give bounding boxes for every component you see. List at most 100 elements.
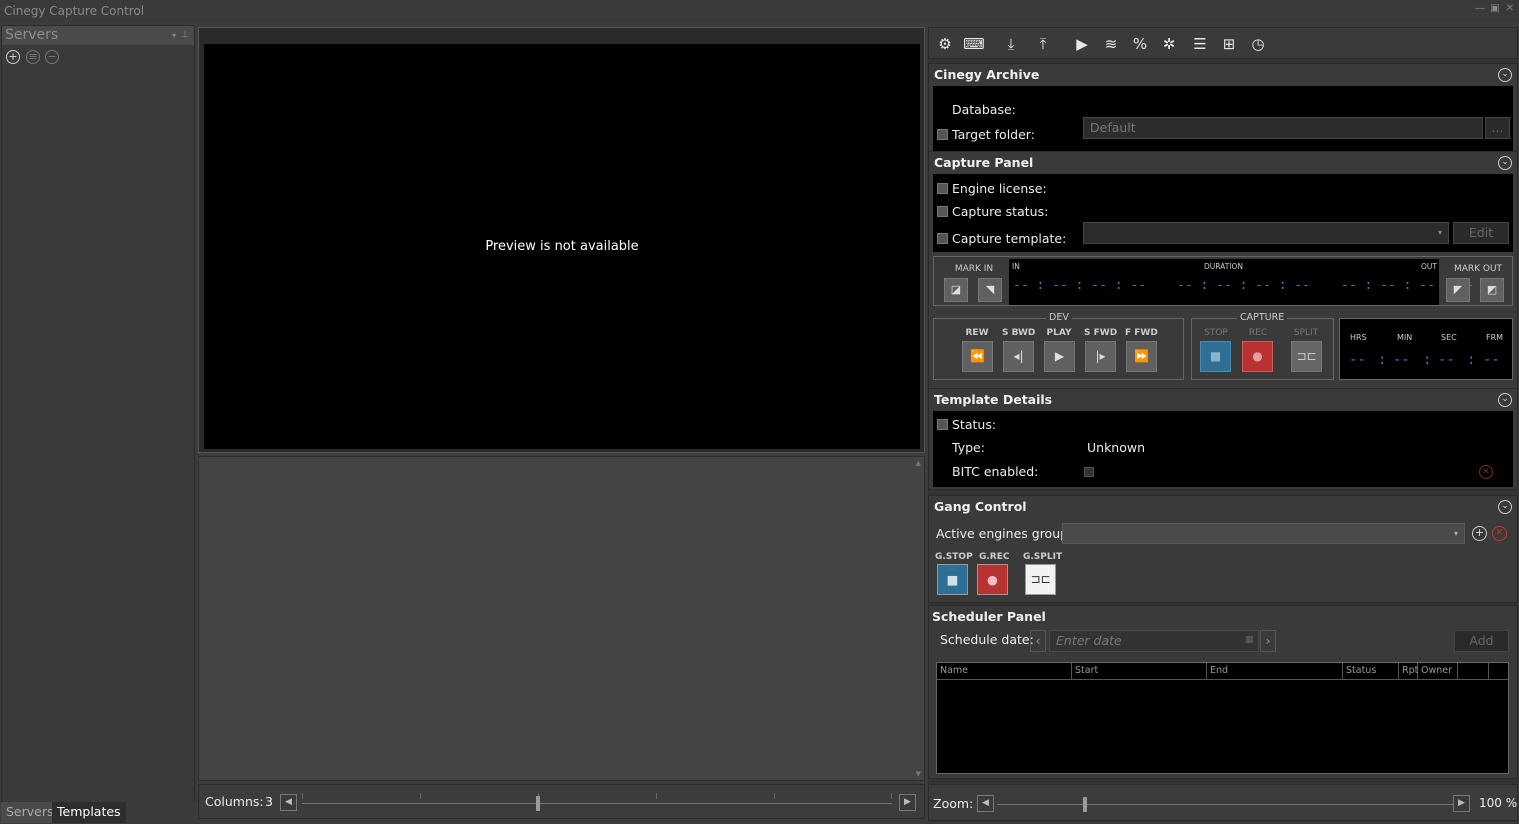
dropdown-icon[interactable]: ▾ (172, 26, 176, 45)
scheduler-title: Scheduler Panel (932, 609, 1046, 624)
tab-templates[interactable]: Templates (52, 802, 126, 823)
gang-split-button[interactable]: ⊐⊏ (1025, 564, 1056, 595)
zoom-increase-icon[interactable]: ▶ (1453, 795, 1470, 812)
bitc-checkbox[interactable] (1084, 467, 1094, 477)
step-back-button[interactable]: ◂| (1003, 341, 1034, 372)
gears-icon[interactable]: ✲ (1158, 34, 1180, 54)
minimize-icon[interactable]: — (1474, 3, 1486, 17)
add-server-icon[interactable]: + (6, 50, 20, 64)
gang-collapse-icon[interactable]: ⌄ (1498, 500, 1512, 514)
gang-rec-button[interactable]: ● (977, 564, 1008, 595)
grid-icon[interactable]: ⊞ (1218, 34, 1240, 54)
col-start[interactable]: Start (1072, 663, 1207, 679)
clear-icon[interactable]: ✕ (1479, 465, 1493, 479)
archive-title: Cinegy Archive (934, 67, 1040, 82)
capture-group-label: CAPTURE (1237, 312, 1288, 323)
dev-label: DEV (1046, 312, 1072, 323)
mark-in-button[interactable]: ◪ (944, 278, 968, 302)
col-owner[interactable]: Owner (1418, 663, 1458, 679)
in-timecode: -- : -- : -- : -- (1013, 278, 1147, 293)
hrs-value: -- (1349, 352, 1366, 368)
template-details-collapse-icon[interactable]: ⌄ (1498, 393, 1512, 407)
goto-in-button[interactable]: ◥ (978, 278, 1002, 302)
col-end[interactable]: End (1207, 663, 1343, 679)
gang-stop-button[interactable]: ■ (937, 564, 968, 595)
mark-out-label: MARK OUT (1453, 264, 1503, 274)
duration-timecode: -- : -- : -- : -- (1177, 278, 1311, 293)
col-status[interactable]: Status (1343, 663, 1399, 679)
calendar-icon[interactable]: ▦ (1245, 635, 1254, 645)
browse-button[interactable]: ... (1485, 117, 1510, 139)
scroll-up-icon[interactable]: ▲ (916, 459, 921, 467)
database-icon[interactable]: ≋ (1100, 34, 1122, 54)
columns-decrease-icon[interactable]: ◀ (280, 794, 297, 811)
preview-container: Preview is not available (198, 27, 925, 453)
status-checkbox[interactable] (937, 419, 948, 430)
thumbnails-area[interactable]: ▲ ▼ (198, 456, 925, 781)
schedule-date-input[interactable]: Enter date (1049, 630, 1259, 652)
play-button[interactable]: ▶ (1044, 341, 1075, 372)
step-forward-button[interactable]: |▸ (1085, 341, 1116, 372)
list-icon[interactable]: ☰ (1189, 34, 1211, 54)
bitc-label: BITC enabled: (952, 464, 1039, 479)
goto-out-button[interactable]: ◤ (1446, 278, 1470, 302)
capture-template-checkbox[interactable] (937, 233, 948, 244)
settings-gear-icon[interactable]: ⚙ (934, 34, 956, 54)
columns-slider[interactable] (302, 793, 892, 813)
tc-sep: : (1467, 352, 1476, 368)
target-folder-input[interactable]: Default (1083, 117, 1483, 139)
status-label: Status: (952, 417, 997, 432)
active-group-select[interactable]: ▾ (1062, 523, 1465, 544)
zoom-decrease-icon[interactable]: ◀ (977, 795, 994, 812)
pin-icon[interactable]: ⊥ (181, 26, 189, 45)
dev-group: DEV REW S BWD PLAY S FWD F FWD ⏪ ◂| ▶ |▸… (933, 312, 1184, 380)
next-date-icon[interactable]: › (1260, 630, 1276, 652)
columns-slider-thumb[interactable] (536, 796, 540, 811)
prev-date-icon[interactable]: ‹ (1030, 630, 1046, 652)
capture-rec-button[interactable]: ● (1242, 341, 1273, 372)
upload-icon[interactable]: ⤒ (1032, 34, 1054, 54)
clock-icon[interactable]: ◷ (1247, 34, 1269, 54)
download-icon[interactable]: ⤓ (1000, 34, 1022, 54)
zoom-slider-thumb[interactable] (1083, 797, 1087, 812)
remove-group-icon[interactable]: ✕ (1492, 526, 1507, 541)
mark-out-button[interactable]: ◩ (1480, 278, 1504, 302)
window-title: Cinegy Capture Control (4, 4, 145, 18)
add-schedule-button[interactable]: Add (1454, 630, 1509, 652)
columns-bar: Columns: 3 ◀ ▶ (198, 784, 925, 819)
play-icon[interactable]: ▶ (1071, 34, 1093, 54)
percent-icon[interactable]: % (1129, 34, 1151, 54)
zoom-slider[interactable] (997, 794, 1453, 814)
maximize-icon[interactable]: ▣ (1489, 3, 1501, 17)
archive-collapse-icon[interactable]: ⌄ (1498, 68, 1512, 82)
mark-row: MARK IN ◪ ◥ IN DURATION OUT -- : -- : --… (933, 256, 1513, 306)
capture-collapse-icon[interactable]: ⌄ (1498, 156, 1512, 170)
grec-label: G.REC (979, 552, 1010, 562)
add-group-icon[interactable]: + (1472, 526, 1487, 541)
columns-increase-icon[interactable]: ▶ (899, 794, 916, 811)
capture-status-checkbox[interactable] (937, 206, 948, 217)
server-list-icon[interactable]: ≡ (26, 50, 40, 64)
edit-template-button[interactable]: Edit (1453, 222, 1509, 244)
rewind-button[interactable]: ⏪ (962, 341, 993, 372)
window-titlebar: Cinegy Capture Control (0, 0, 1519, 22)
capture-status-label: Capture status: (952, 204, 1049, 219)
col-rpt[interactable]: Rpt (1399, 663, 1418, 679)
target-folder-label: Target folder: (952, 127, 1035, 142)
capture-stop-button[interactable]: ■ (1200, 341, 1231, 372)
duration-label: DURATION (1204, 262, 1244, 271)
scroll-down-icon[interactable]: ▼ (916, 770, 921, 778)
keyboard-icon[interactable]: ⌨ (963, 34, 985, 54)
capture-split-button[interactable]: ⊐⊏ (1291, 341, 1322, 372)
tab-servers[interactable]: Servers (1, 802, 59, 823)
fast-forward-button[interactable]: ⏩ (1126, 341, 1157, 372)
capture-template-select[interactable]: ▾ (1083, 222, 1449, 244)
remove-server-icon[interactable]: − (45, 50, 59, 64)
engine-license-checkbox[interactable] (937, 183, 948, 194)
close-icon[interactable]: ✕ (1504, 3, 1516, 17)
target-folder-checkbox[interactable] (937, 129, 948, 140)
col-extra[interactable] (1458, 663, 1489, 679)
servers-header: Servers ▾ ⊥ (2, 26, 194, 45)
chevron-down-icon: ▾ (1437, 228, 1442, 237)
col-name[interactable]: Name (937, 663, 1072, 679)
